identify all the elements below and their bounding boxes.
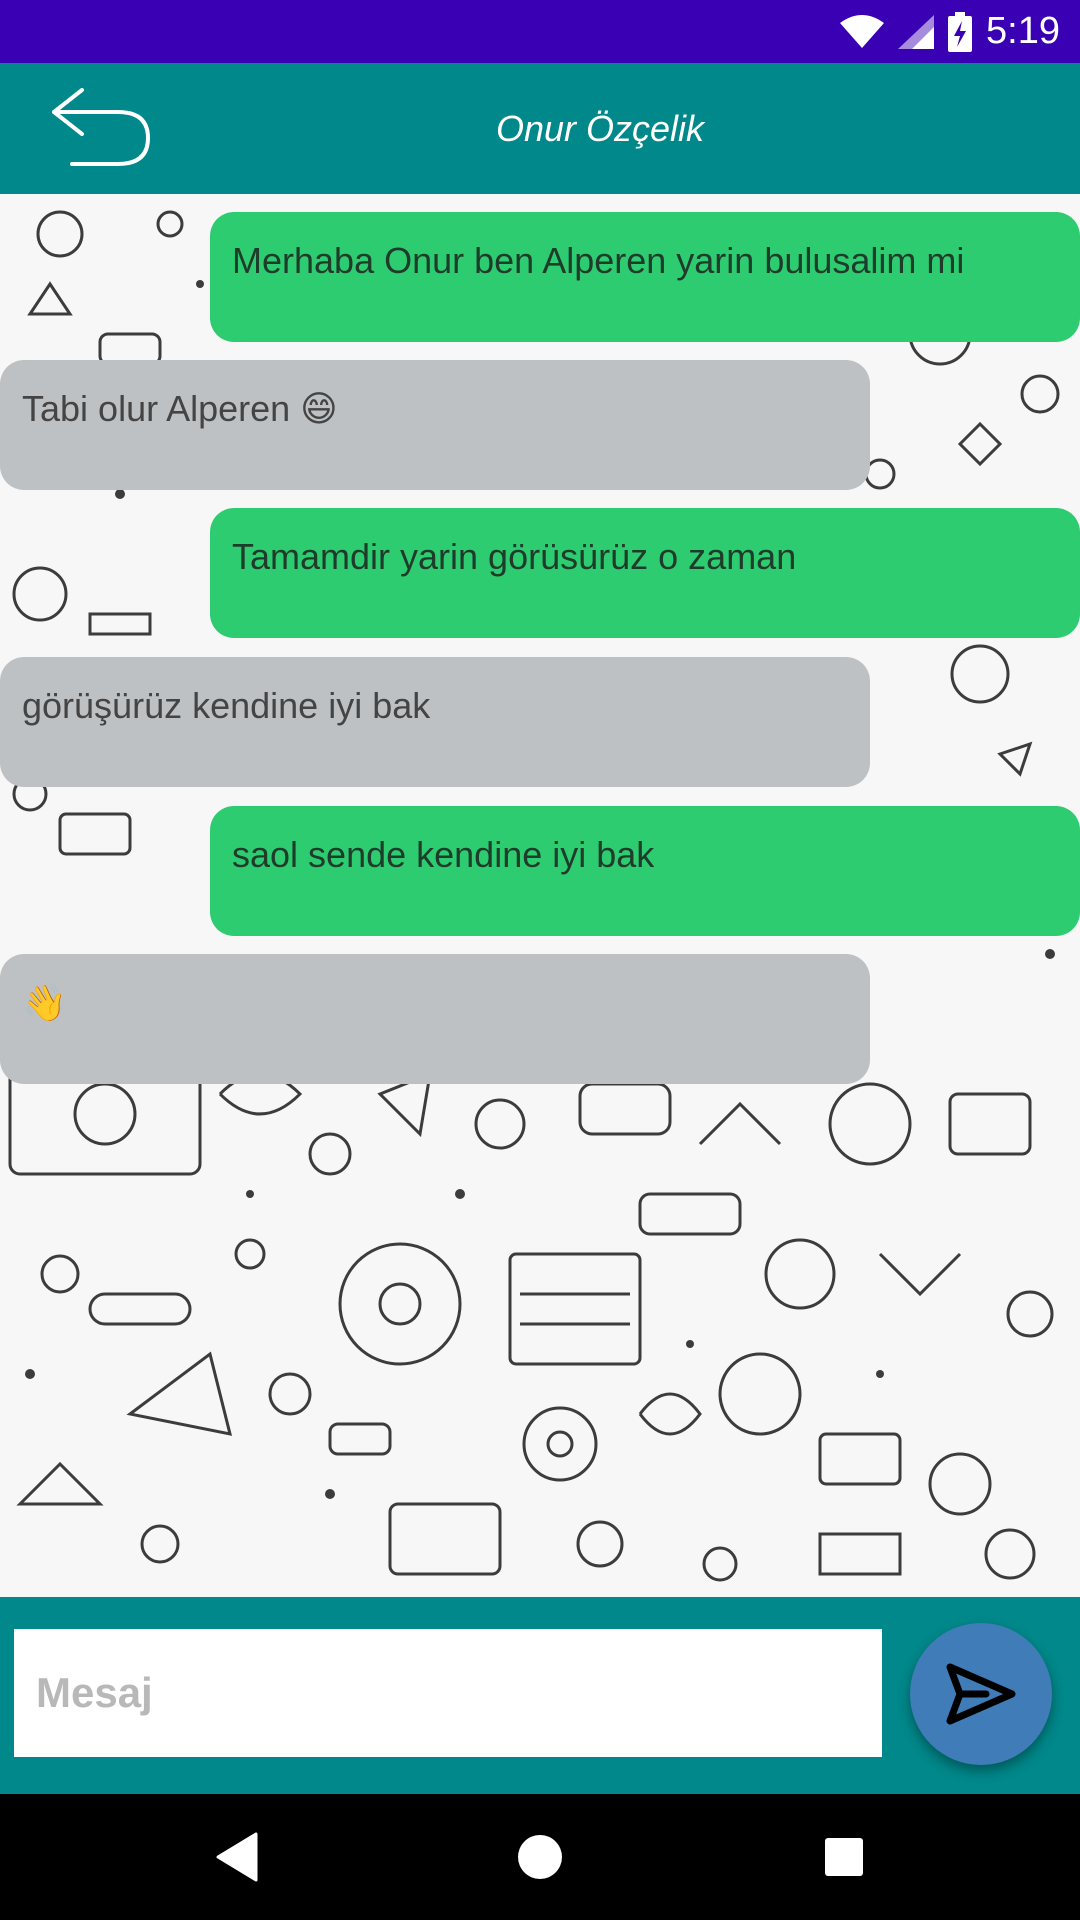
send-icon	[946, 1663, 1016, 1725]
nav-back-button[interactable]	[156, 1794, 316, 1920]
signal-icon	[898, 14, 935, 49]
message-text: saol sende kendine iyi bak	[232, 834, 655, 875]
message-outgoing: Tamamdir yarin görüsürüz o zaman	[210, 508, 1080, 638]
message-outgoing: Merhaba Onur ben Alperen yarin bulusalim…	[210, 212, 1080, 342]
message-incoming: Tabi olur Alperen 😄	[0, 360, 870, 490]
contact-name-title: Onur Özçelik	[495, 107, 705, 149]
nav-recents-button[interactable]	[764, 1794, 924, 1920]
send-button[interactable]	[910, 1623, 1052, 1765]
status-time: 5:19	[986, 10, 1060, 52]
nav-home-button[interactable]	[460, 1794, 620, 1920]
message-text: Merhaba Onur ben Alperen yarin bulusalim…	[232, 240, 965, 281]
wifi-icon	[840, 14, 885, 48]
message-text: 👋	[22, 982, 67, 1023]
chat-area[interactable]: Merhaba Onur ben Alperen yarin bulusalim…	[0, 194, 1080, 1597]
message-composer	[0, 1597, 1080, 1794]
toolbar: Onur Özçelik	[0, 63, 1080, 194]
message-outgoing: saol sende kendine iyi bak	[210, 806, 1080, 936]
status-icons: 5:19	[840, 0, 1060, 63]
message-input[interactable]	[14, 1629, 882, 1757]
message-text: görüşürüz kendine iyi bak	[22, 685, 431, 726]
recents-square-icon	[825, 1838, 863, 1876]
battery-charging-icon	[948, 11, 973, 52]
message-text: Tamamdir yarin görüsürüz o zaman	[232, 536, 797, 577]
message-incoming: görüşürüz kendine iyi bak	[0, 657, 870, 787]
home-circle-icon	[518, 1835, 562, 1879]
message-incoming: 👋	[0, 954, 870, 1084]
message-text: Tabi olur Alperen 😄	[22, 388, 338, 429]
system-nav-bar	[0, 1794, 1080, 1920]
back-triangle-icon	[216, 1832, 258, 1882]
status-bar: 5:19	[0, 0, 1080, 63]
